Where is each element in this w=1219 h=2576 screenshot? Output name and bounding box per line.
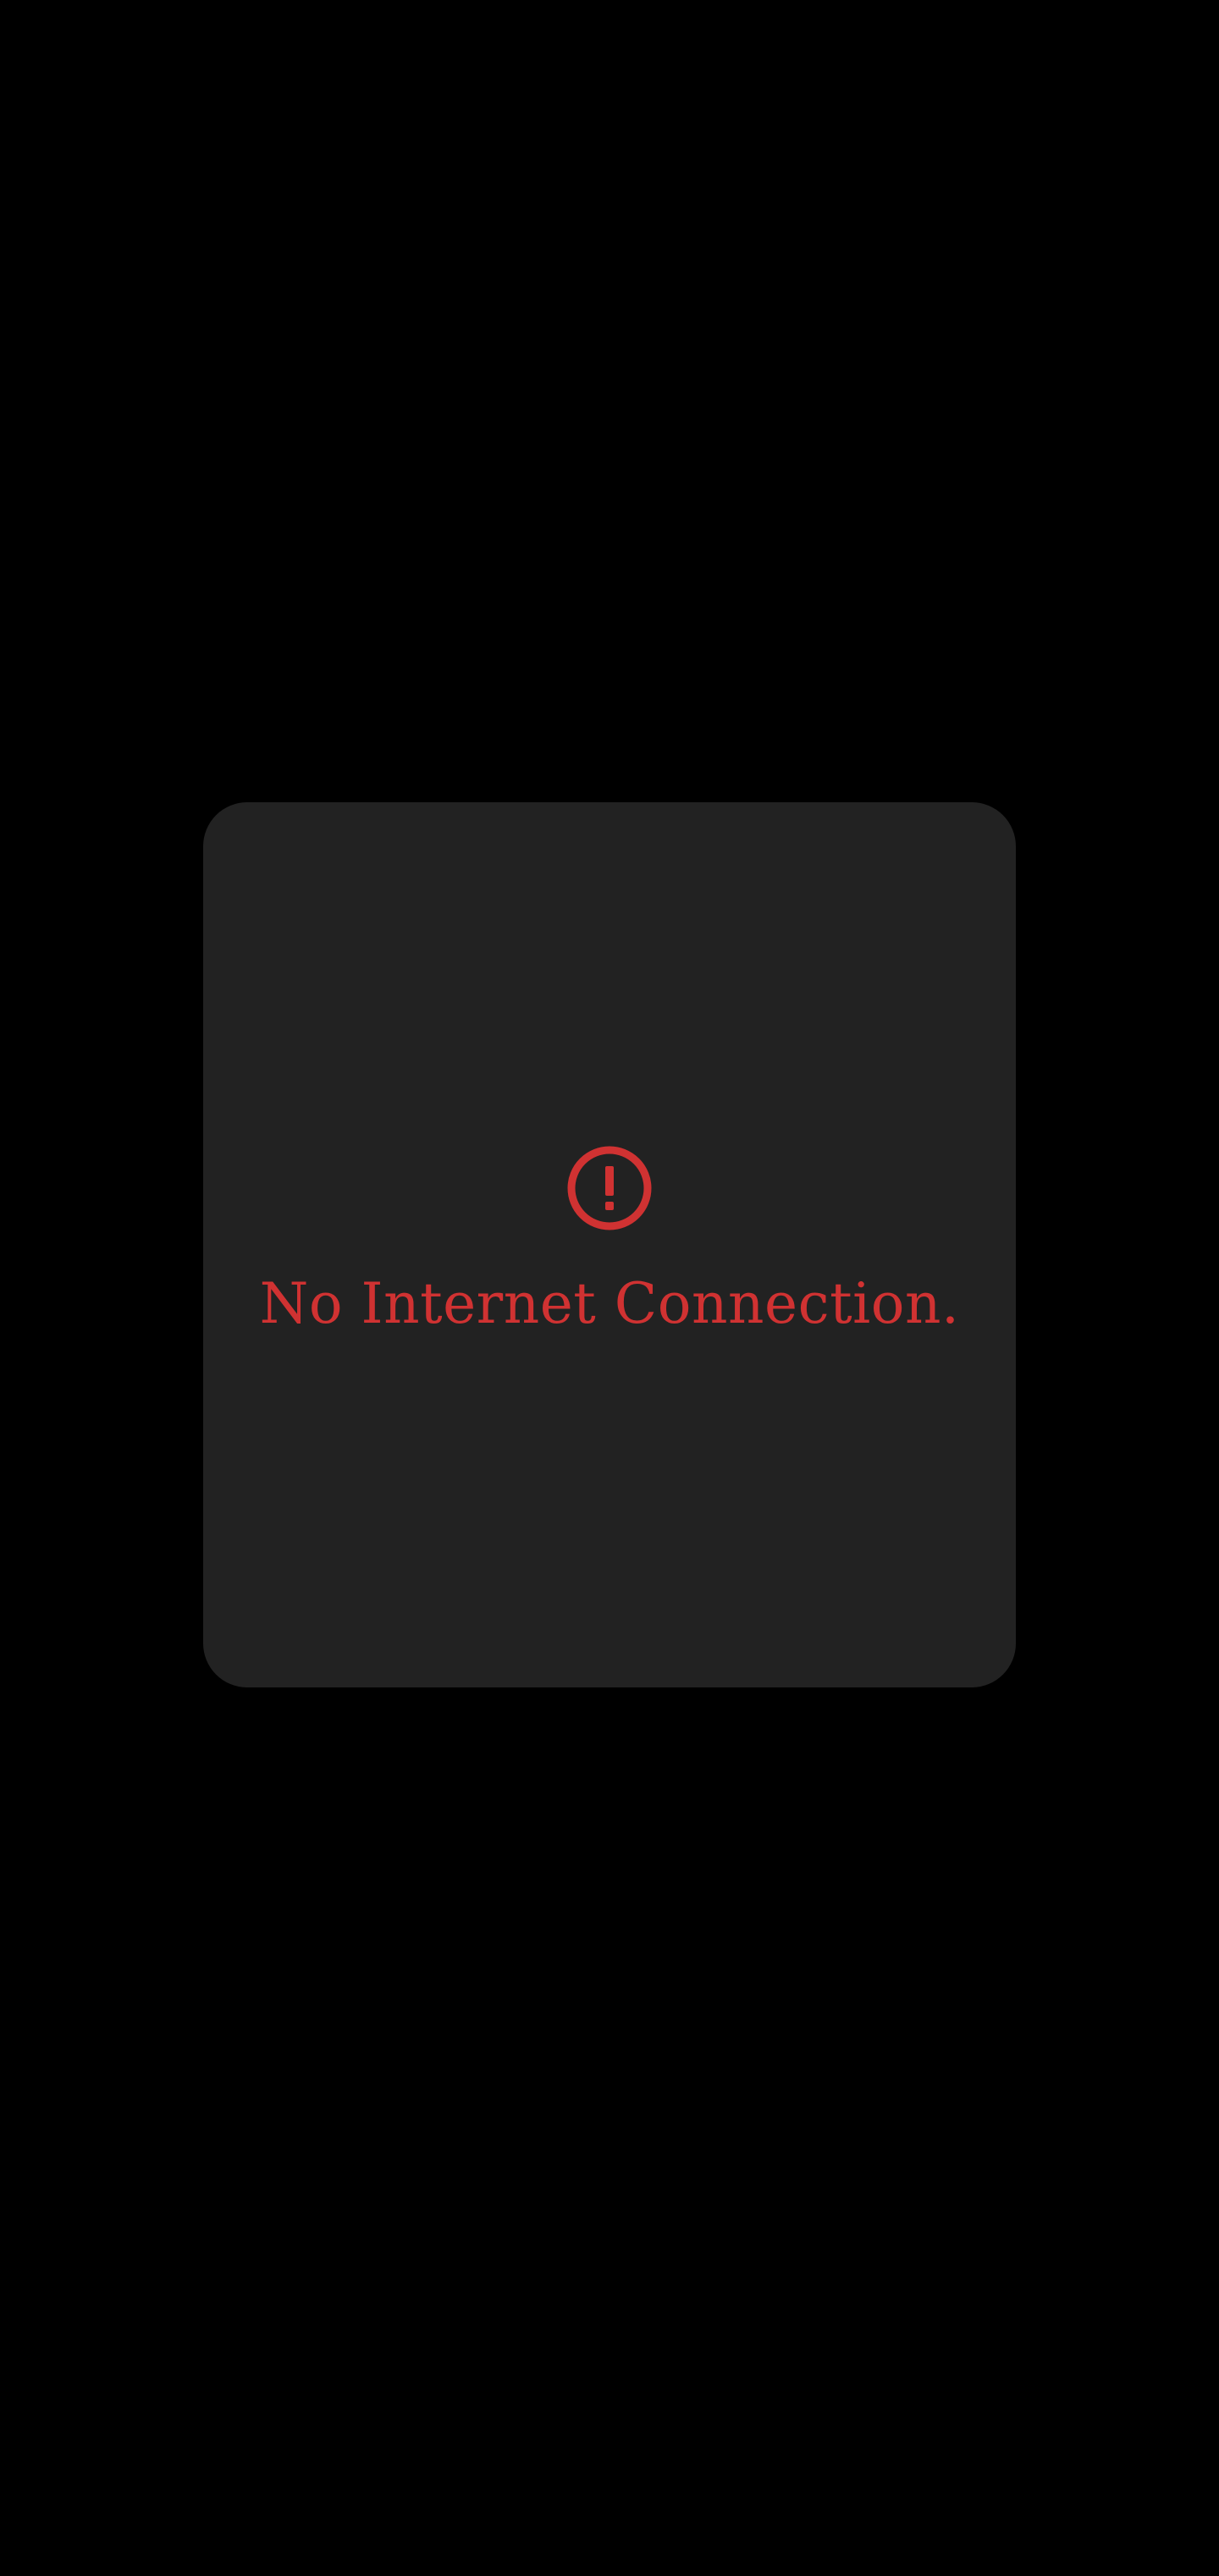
- no-internet-message: No Internet Connection.: [259, 1271, 960, 1336]
- alert-circle-icon: [567, 1146, 652, 1230]
- offline-error-card: No Internet Connection.: [203, 802, 1016, 1687]
- app-screen: No Internet Connection.: [0, 0, 1219, 2576]
